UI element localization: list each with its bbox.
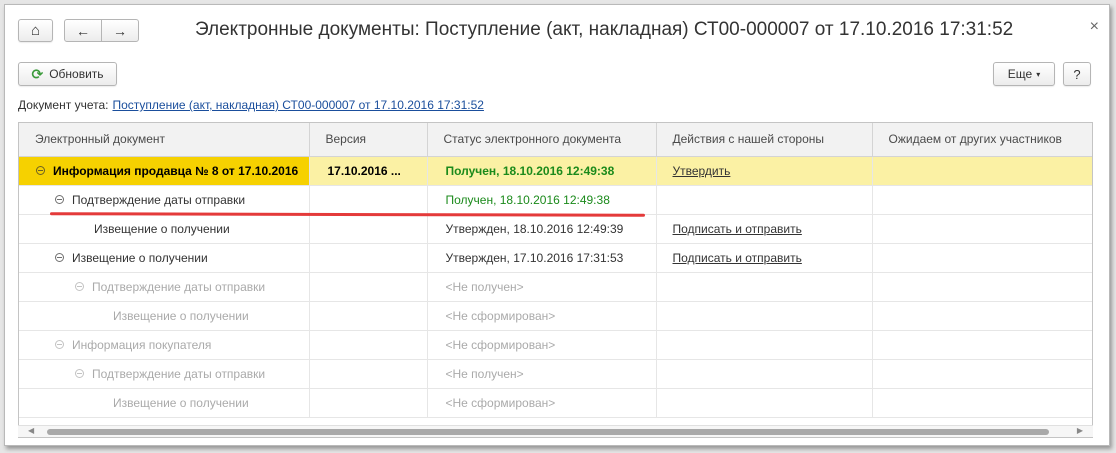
row-status: Получен, 18.10.2016 12:49:38 bbox=[445, 163, 615, 178]
document-link[interactable]: Поступление (акт, накладная) СТ00-000007… bbox=[112, 98, 483, 112]
table-row[interactable]: Информация продавца № 8 от 17.10.2016 17… bbox=[19, 156, 1093, 186]
collapse-icon[interactable] bbox=[55, 253, 64, 262]
table-row[interactable]: Информация покупателя <Не сформирован> bbox=[19, 330, 1093, 360]
table-row[interactable]: Извещение о получении Утвержден, 18.10.2… bbox=[19, 214, 1093, 244]
row-status: Утвержден, 17.10.2016 17:31:53 bbox=[445, 250, 624, 265]
row-waiting bbox=[873, 331, 1093, 359]
row-waiting bbox=[873, 360, 1093, 388]
row-status: Получен, 18.10.2016 12:49:38 bbox=[445, 192, 610, 207]
arrow-left-icon: ← bbox=[76, 22, 90, 39]
edoc-window: ⌂ ← → Электронные документы: Поступление… bbox=[4, 4, 1110, 446]
row-document-name: Информация продавца № 8 от 17.10.2016 bbox=[53, 163, 299, 178]
row-action bbox=[657, 186, 872, 214]
row-status: <Не сформирован> bbox=[445, 395, 556, 410]
window-title: Электронные документы: Поступление (акт,… bbox=[195, 19, 1014, 40]
col-header-version[interactable]: Версия bbox=[309, 123, 428, 157]
col-header-waiting[interactable]: Ожидаем от других участников bbox=[872, 123, 1092, 157]
sign-and-send-link[interactable]: Подписать и отправить bbox=[673, 222, 802, 236]
help-button[interactable]: ? bbox=[1063, 62, 1091, 86]
row-action bbox=[657, 360, 872, 388]
horizontal-scrollbar[interactable]: ◀ ▶ bbox=[18, 425, 1093, 437]
row-document-name: Извещение о получении bbox=[94, 221, 230, 236]
row-document-name: Подтверждение даты отправки bbox=[92, 366, 266, 381]
row-version bbox=[310, 360, 427, 388]
col-header-document[interactable]: Электронный документ bbox=[19, 123, 310, 157]
collapse-icon[interactable] bbox=[55, 340, 64, 349]
scrollbar-thumb[interactable] bbox=[47, 429, 1049, 435]
row-version bbox=[310, 302, 427, 330]
row-waiting bbox=[873, 302, 1093, 330]
table-row[interactable]: Подтверждение даты отправки Получен, 18.… bbox=[19, 185, 1093, 215]
forward-button[interactable]: → bbox=[101, 20, 138, 41]
row-document-name: Извещение о получении bbox=[72, 250, 208, 265]
row-document-name: Подтверждение даты отправки bbox=[72, 192, 246, 207]
row-document-name: Информация покупателя bbox=[72, 337, 212, 352]
row-action bbox=[657, 302, 872, 330]
help-label: ? bbox=[1073, 66, 1081, 82]
table-row[interactable]: Извещение о получении Утвержден, 17.10.2… bbox=[19, 243, 1093, 273]
table-header: Электронный документ Версия Статус элект… bbox=[19, 123, 1092, 157]
collapse-icon[interactable] bbox=[75, 282, 84, 291]
row-waiting bbox=[873, 186, 1093, 214]
row-version bbox=[310, 186, 427, 214]
document-line: Документ учета: Поступление (акт, накладн… bbox=[18, 98, 484, 112]
row-version bbox=[310, 273, 427, 301]
home-icon: ⌂ bbox=[30, 22, 41, 39]
row-status: <Не получен> bbox=[445, 366, 524, 381]
row-waiting bbox=[873, 157, 1093, 185]
row-version bbox=[310, 331, 427, 359]
table-row[interactable]: Извещение о получении <Не сформирован> bbox=[19, 301, 1093, 331]
row-status: <Не сформирован> bbox=[445, 308, 556, 323]
edoc-table: Электронный документ Версия Статус элект… bbox=[18, 122, 1093, 438]
back-button[interactable]: ← bbox=[65, 20, 101, 41]
row-waiting bbox=[873, 244, 1093, 272]
row-version bbox=[310, 389, 427, 417]
row-document-name: Извещение о получении bbox=[113, 308, 249, 323]
row-version bbox=[310, 244, 427, 272]
row-status: Утвержден, 18.10.2016 12:49:39 bbox=[445, 221, 624, 236]
arrow-right-icon: → bbox=[113, 22, 127, 39]
collapse-icon[interactable] bbox=[55, 195, 64, 204]
scroll-left-icon[interactable]: ◀ bbox=[28, 426, 34, 435]
col-header-actions[interactable]: Действия с нашей стороны bbox=[656, 123, 873, 157]
row-action bbox=[657, 331, 872, 359]
history-nav: ← → bbox=[64, 19, 139, 42]
col-header-status[interactable]: Статус электронного документа bbox=[427, 123, 657, 157]
close-icon[interactable]: × bbox=[1090, 18, 1099, 36]
row-waiting bbox=[873, 389, 1093, 417]
chevron-down-icon: ▾ bbox=[1036, 69, 1041, 79]
row-action bbox=[657, 273, 872, 301]
collapse-icon[interactable] bbox=[75, 369, 84, 378]
row-status: <Не сформирован> bbox=[445, 337, 556, 352]
more-button[interactable]: Еще ▾ bbox=[993, 62, 1055, 86]
table-row[interactable]: Подтверждение даты отправки <Не получен> bbox=[19, 359, 1093, 389]
table-row[interactable]: Подтверждение даты отправки <Не получен> bbox=[19, 272, 1093, 302]
refresh-icon: ⟳ bbox=[31, 65, 44, 82]
document-label: Документ учета: bbox=[18, 98, 109, 112]
collapse-icon[interactable] bbox=[36, 166, 45, 175]
window-header: ⌂ ← → Электронные документы: Поступление… bbox=[5, 5, 1109, 53]
more-label: Еще bbox=[1007, 67, 1033, 81]
refresh-button[interactable]: ⟳ Обновить bbox=[18, 62, 117, 86]
row-version: 17.10.2016 ... bbox=[327, 163, 401, 178]
row-version bbox=[310, 215, 427, 243]
home-button[interactable]: ⌂ bbox=[18, 19, 53, 42]
row-waiting bbox=[873, 215, 1093, 243]
sign-and-send-link[interactable]: Подписать и отправить bbox=[673, 251, 802, 265]
row-waiting bbox=[873, 273, 1093, 301]
refresh-label: Обновить bbox=[49, 67, 104, 81]
table-row[interactable]: Извещение о получении <Не сформирован> bbox=[19, 388, 1093, 418]
row-document-name: Подтверждение даты отправки bbox=[92, 279, 266, 294]
row-action bbox=[657, 389, 872, 417]
approve-link[interactable]: Утвердить bbox=[673, 164, 731, 178]
row-status: <Не получен> bbox=[445, 279, 524, 294]
row-document-name: Извещение о получении bbox=[113, 395, 249, 410]
scroll-right-icon[interactable]: ▶ bbox=[1077, 426, 1083, 435]
